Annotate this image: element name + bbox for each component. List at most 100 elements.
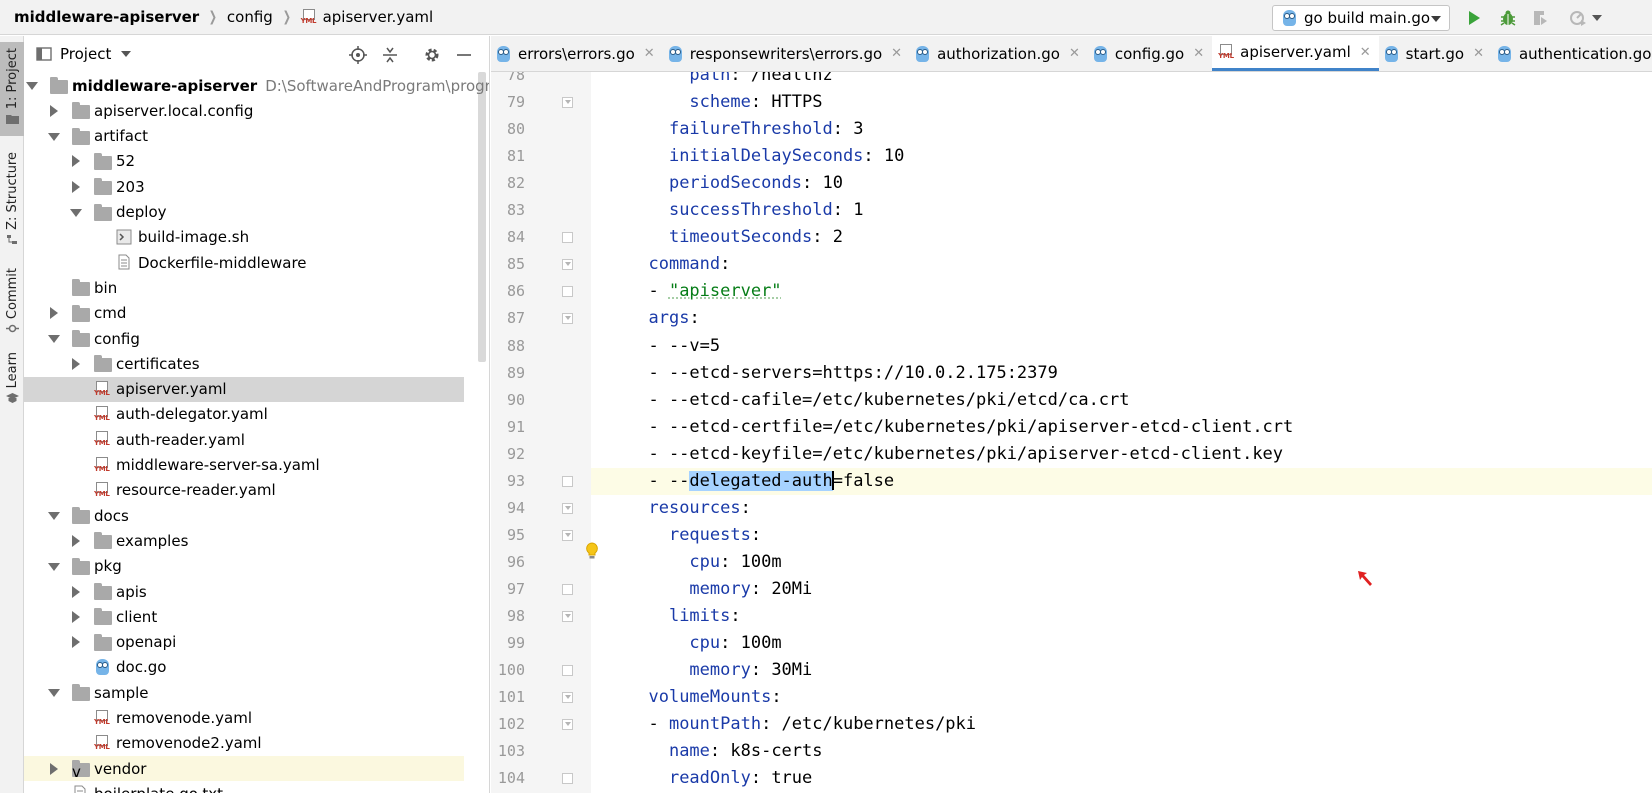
code-line[interactable]: timeoutSeconds: 2 [591, 224, 1652, 251]
run-configuration-select[interactable]: go build main.go [1272, 5, 1450, 31]
tree-item[interactable]: bin [24, 275, 464, 300]
fold-end-icon[interactable] [562, 773, 573, 785]
code-line[interactable]: memory: 20Mi [591, 576, 1652, 603]
chevron-right-icon[interactable] [72, 585, 80, 598]
tree-item[interactable]: 203 [24, 174, 464, 199]
panel-settings-button[interactable] [422, 45, 442, 65]
fold-end-icon[interactable] [562, 583, 573, 595]
breadcrumb-project[interactable]: middleware-apiserver [0, 0, 199, 35]
tree-item[interactable]: middleware-apiserver D:\SoftwareAndProgra… [24, 73, 489, 98]
tree-item[interactable]: openapi [24, 630, 464, 655]
fold-start-icon[interactable] [562, 719, 573, 731]
chevron-down-icon[interactable] [48, 335, 60, 343]
code-line[interactable]: periodSeconds: 10 [591, 170, 1652, 197]
fold-end-icon[interactable] [562, 232, 573, 244]
code-line[interactable]: path: /healthz [591, 72, 1652, 89]
fold-end-icon[interactable] [562, 665, 573, 677]
code-line[interactable]: command: [591, 251, 1652, 278]
code-line[interactable]: - --etcd-servers=https://10.0.2.175:2379 [591, 360, 1652, 387]
code-line[interactable]: - mountPath: /etc/kubernetes/pki [591, 711, 1652, 738]
code-line[interactable]: name: k8s-certs [591, 738, 1652, 765]
tree-item[interactable]: YML removenode2.yaml [24, 731, 464, 756]
chevron-down-icon[interactable] [26, 82, 38, 90]
debug-button[interactable] [1496, 6, 1520, 30]
tree-item[interactable]: deploy [24, 200, 464, 225]
close-tab-icon[interactable]: ✕ [644, 46, 655, 61]
tree-item[interactable]: YML removenode.yaml [24, 706, 464, 731]
fold-start-icon[interactable] [562, 97, 573, 109]
fold-end-icon[interactable] [562, 475, 573, 487]
chevron-right-icon[interactable] [50, 762, 58, 775]
code-line[interactable]: - --etcd-keyfile=/etc/kubernetes/pki/api… [591, 441, 1652, 468]
locate-file-button[interactable] [348, 45, 368, 65]
tree-item[interactable]: 52 [24, 149, 464, 174]
chevron-right-icon[interactable] [72, 636, 80, 649]
fold-start-icon[interactable] [562, 529, 573, 541]
tree-item[interactable]: Dockerfile-middleware [24, 250, 464, 275]
chevron-right-icon[interactable] [72, 180, 80, 193]
tree-item[interactable]: apis [24, 579, 464, 604]
run-button[interactable] [1462, 6, 1486, 30]
tree-item[interactable]: apiserver.local.config [24, 98, 464, 123]
editor-tab[interactable]: config.go ✕ [1088, 36, 1212, 71]
code-line[interactable]: args: [591, 305, 1652, 332]
chevron-down-icon[interactable] [48, 512, 60, 521]
code-line[interactable]: - --etcd-cafile=/etc/kubernetes/pki/etcd… [591, 387, 1652, 414]
fold-end-icon[interactable] [562, 286, 573, 298]
tree-item[interactable]: certificates [24, 351, 464, 376]
tree-item[interactable]: examples [24, 528, 464, 553]
chevron-down-icon[interactable] [70, 208, 82, 217]
tree-item[interactable]: YML resource-reader.yaml [24, 478, 464, 503]
tool-window-commit-tab[interactable]: Commit [0, 268, 24, 340]
project-view-selector[interactable]: Project [24, 45, 132, 63]
close-tab-icon[interactable]: ✕ [1193, 46, 1204, 61]
code-line[interactable]: resources: [591, 495, 1652, 522]
chevron-right-icon[interactable] [50, 104, 58, 117]
code-line[interactable]: - --delegated-auth=false [591, 467, 1652, 495]
fold-start-icon[interactable] [562, 502, 573, 514]
chevron-down-icon[interactable] [48, 132, 60, 141]
code-line[interactable]: initialDelaySeconds: 10 [591, 143, 1652, 170]
collapse-all-button[interactable] [380, 45, 400, 65]
tree-item[interactable]: YML middleware-server-sa.yaml [24, 453, 464, 478]
chevron-right-icon[interactable] [72, 357, 80, 370]
chevron-right-icon[interactable] [50, 307, 58, 320]
code-line[interactable]: scheme: HTTPS [591, 89, 1652, 116]
editor-tab[interactable]: authentication.go✕ [1492, 36, 1652, 71]
more-run-options-button[interactable] [1590, 6, 1604, 30]
tree-item[interactable]: YML auth-reader.yaml [24, 427, 464, 452]
code-line[interactable]: cpu: 100m [591, 549, 1652, 576]
fold-start-icon[interactable] [562, 692, 573, 704]
tree-item[interactable]: boilerplate.go.txt [24, 781, 464, 793]
code-editor[interactable]: 78 79 80 81 82 83 84 85 86 87 88 89 90 91 92 93 94 95 96 97… [491, 72, 1652, 793]
code-line[interactable]: - --etcd-certfile=/etc/kubernetes/pki/ap… [591, 414, 1652, 441]
tree-item[interactable]: client [24, 604, 464, 629]
code-line[interactable]: limits: [591, 603, 1652, 630]
editor-tab[interactable]: start.go ✕ [1379, 36, 1492, 71]
tree-scrollbar[interactable] [478, 72, 486, 362]
fold-start-icon[interactable] [562, 259, 573, 271]
editor-tab[interactable]: YML apiserver.yaml ✕ [1212, 36, 1379, 71]
close-tab-icon[interactable]: ✕ [1069, 46, 1080, 61]
fold-start-icon[interactable] [562, 611, 573, 622]
chevron-down-icon[interactable] [48, 562, 60, 571]
tree-item[interactable]: doc.go [24, 655, 464, 680]
tree-item[interactable]: YML apiserver.yaml [24, 376, 464, 402]
tree-item[interactable]: docs [24, 503, 464, 528]
close-tab-icon[interactable]: ✕ [891, 46, 902, 61]
close-tab-icon[interactable]: ✕ [1360, 45, 1371, 60]
fold-start-icon[interactable] [562, 313, 573, 325]
code-line[interactable]: failureThreshold: 3 [591, 116, 1652, 143]
tree-item[interactable]: cmd [24, 301, 464, 326]
tool-window-structure-tab[interactable]: Z: Structure [0, 152, 24, 252]
tree-item[interactable]: artifact [24, 124, 464, 149]
code-line[interactable]: - --v=5 [591, 333, 1652, 360]
close-tab-icon[interactable]: ✕ [1473, 46, 1484, 61]
code-line[interactable]: volumeMounts: [591, 684, 1652, 711]
tree-item[interactable]: YML auth-delegator.yaml [24, 402, 464, 427]
chevron-right-icon[interactable] [72, 610, 80, 623]
code-line[interactable]: memory: 30Mi [591, 657, 1652, 684]
chevron-right-icon[interactable] [72, 155, 80, 168]
profile-button[interactable] [1566, 6, 1590, 30]
code-line[interactable]: readOnly: true [591, 765, 1652, 792]
